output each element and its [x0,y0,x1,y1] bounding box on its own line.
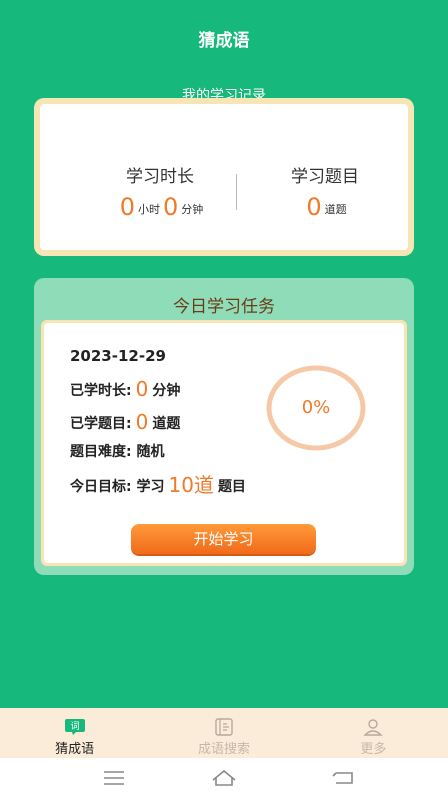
chat-bubble-icon: 词 [64,718,86,736]
study-time-title: 学习时长 [126,167,194,187]
learned-time-row: 已学时长: 0 分钟 [70,377,180,401]
nav-item-guess-idiom[interactable]: 词 猜成语 [0,708,149,758]
study-record-inner: 学习时长 0 小时 0 分钟 学习题目 0 道题 [40,104,408,250]
nav-item-more[interactable]: 更多 [299,708,448,758]
person-icon [362,718,384,736]
nav-label-more: 更多 [360,742,387,757]
study-record-card: 学习时长 0 小时 0 分钟 学习题目 0 道题 [34,98,414,256]
daily-task-card: 今日学习任务 2023-12-29 已学时长: 0 分钟 已学题目: 0 道题 题目难度… [34,278,414,575]
minutes-unit: 分钟 [181,203,204,216]
learned-time-unit: 分钟 [152,383,181,399]
goal-suffix: 题目 [217,479,246,495]
daily-task-title: 今日学习任务 [173,297,275,317]
learned-questions-value: 0 [135,410,149,434]
hours-unit: 小时 [138,203,160,216]
study-time-value: 0 小时 0 分钟 [80,193,240,221]
back-icon[interactable] [330,768,358,788]
system-nav-bar [0,758,448,798]
menu-icon[interactable] [100,768,128,788]
learned-time-label: 已学时长: [70,383,132,399]
difficulty-label: 题目难度: [70,444,132,460]
start-learning-button[interactable]: 开始学习 [131,524,316,554]
study-hours-value: 0 [119,193,135,221]
app-header: 猜成语 [0,0,448,70]
study-time-stat: 学习时长 0 小时 0 分钟 [80,162,240,221]
study-questions-stat: 学习题目 0 道题 [245,162,405,221]
questions-count: 0 [306,193,322,221]
questions-unit: 道题 [324,203,347,216]
stat-divider [236,174,237,210]
goal-prefix: 学习 [136,479,165,495]
learned-questions-row: 已学题目: 0 道题 [70,410,180,434]
study-minutes-value: 0 [163,193,179,221]
study-questions-value: 0 道题 [245,193,405,221]
difficulty-value: 随机 [136,444,165,460]
nav-label-idiom-search: 成语搜索 [197,742,250,757]
book-search-icon [213,718,235,736]
goal-label: 今日目标: [70,479,132,495]
learned-questions-unit: 道题 [152,416,181,432]
task-date: 2023-12-29 [70,347,166,365]
goal-value: 10道 [168,473,214,497]
home-icon[interactable] [210,768,238,788]
progress-ring: 0% [266,363,376,453]
learned-questions-label: 已学题目: [70,416,132,432]
nav-badge-text: 词 [70,721,79,732]
difficulty-row: 题目难度: 随机 [70,441,164,461]
nav-item-idiom-search[interactable]: 成语搜索 [149,708,298,758]
study-questions-title: 学习题目 [291,167,359,187]
daily-task-inner: 2023-12-29 已学时长: 0 分钟 已学题目: 0 道题 题目难度: 随机 今日… [44,323,404,563]
page-title: 猜成语 [198,31,250,51]
progress-percent: 0% [301,397,331,418]
nav-label-guess-idiom: 猜成语 [55,742,95,757]
bottom-nav: 词 猜成语 成语搜索 更多 [0,708,448,758]
daily-task-border: 2023-12-29 已学时长: 0 分钟 已学题目: 0 道题 题目难度: 随机 今日… [41,320,407,566]
learned-time-value: 0 [135,377,149,401]
goal-row: 今日目标: 学习 10道 题目 [70,469,246,498]
